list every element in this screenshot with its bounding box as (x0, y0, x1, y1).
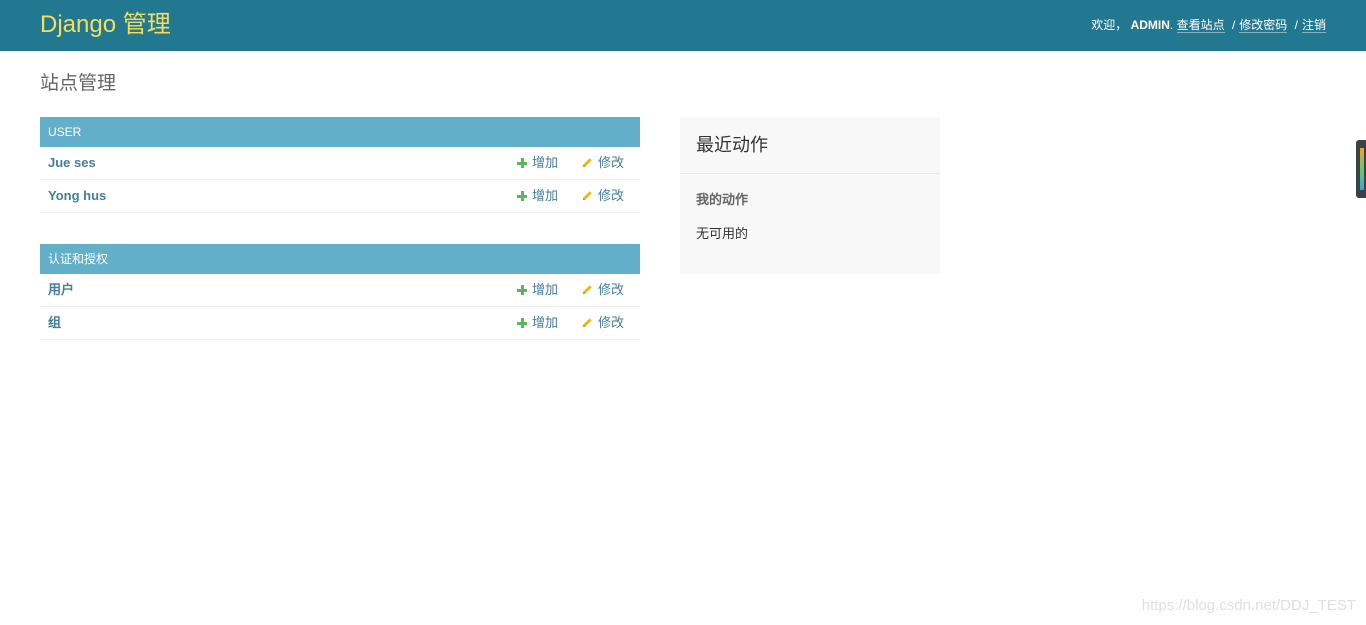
change-label: 修改 (598, 315, 625, 330)
change-link[interactable]: 修改 (582, 180, 624, 212)
username-period: . (1169, 18, 1174, 32)
model-link[interactable]: Yong hus (48, 180, 106, 212)
welcome-text: 欢迎， (1091, 18, 1128, 32)
pencil-icon (582, 191, 592, 201)
plus-icon (517, 191, 527, 201)
pencil-icon (582, 318, 592, 328)
add-link[interactable]: 增加 (517, 307, 558, 339)
add-link[interactable]: 增加 (517, 180, 558, 212)
logout-link[interactable]: 注销 (1301, 18, 1326, 33)
user-tools: 欢迎， ADMIN. 查看站点 / 修改密码 / 注销 (1091, 17, 1326, 33)
model-link[interactable]: Jue ses (48, 147, 96, 179)
pencil-icon (582, 158, 592, 168)
change-link[interactable]: 修改 (582, 274, 624, 306)
change-label: 修改 (598, 155, 625, 170)
watermark: https://blog.csdn.net/DDJ_TEST (1141, 597, 1356, 614)
add-label: 增加 (532, 282, 559, 297)
change-link[interactable]: 修改 (582, 147, 624, 179)
module-caption[interactable]: 认证和授权 (40, 244, 640, 274)
recent-actions-panel: 最近动作 我的动作 无可用的 (680, 117, 940, 274)
model-link[interactable]: 用户 (48, 274, 74, 306)
separator: / (1294, 18, 1298, 32)
pencil-icon (582, 285, 592, 295)
add-link[interactable]: 增加 (517, 274, 558, 306)
add-label: 增加 (532, 155, 559, 170)
change-label: 修改 (598, 282, 625, 297)
plus-icon (517, 318, 527, 328)
app-module-user: USER Jue ses 增加 修改 Yong hus 增加 修改 (40, 117, 640, 213)
widget-level-bar (1360, 148, 1364, 190)
divider (680, 173, 940, 174)
view-site-link[interactable]: 查看站点 (1176, 18, 1225, 33)
change-link[interactable]: 修改 (582, 307, 624, 339)
site-brand[interactable]: Django 管理 (40, 10, 171, 40)
username: ADMIN (1130, 18, 1170, 32)
add-link[interactable]: 增加 (517, 147, 558, 179)
page-title: 站点管理 (40, 73, 117, 94)
model-row: Jue ses 增加 修改 (40, 147, 640, 180)
header-bar: Django 管理 欢迎， ADMIN. 查看站点 / 修改密码 / 注销 (0, 0, 1366, 51)
recent-actions-title: 最近动作 (696, 135, 768, 155)
separator: / (1231, 18, 1236, 32)
add-label: 增加 (532, 188, 559, 203)
model-link[interactable]: 组 (48, 307, 61, 339)
side-widget-handle[interactable] (1356, 140, 1366, 198)
no-actions-text: 无可用的 (696, 226, 749, 241)
change-password-link[interactable]: 修改密码 (1239, 18, 1288, 33)
add-label: 增加 (532, 315, 559, 330)
plus-icon (517, 285, 527, 295)
model-row: Yong hus 增加 修改 (40, 180, 640, 213)
change-label: 修改 (598, 188, 625, 203)
model-row: 组 增加 修改 (40, 307, 640, 340)
my-actions-heading: 我的动作 (696, 192, 749, 207)
module-caption[interactable]: USER (40, 117, 640, 147)
model-row: 用户 增加 修改 (40, 274, 640, 307)
plus-icon (517, 158, 527, 168)
app-module-auth: 认证和授权 用户 增加 修改 组 增加 修改 (40, 244, 640, 340)
